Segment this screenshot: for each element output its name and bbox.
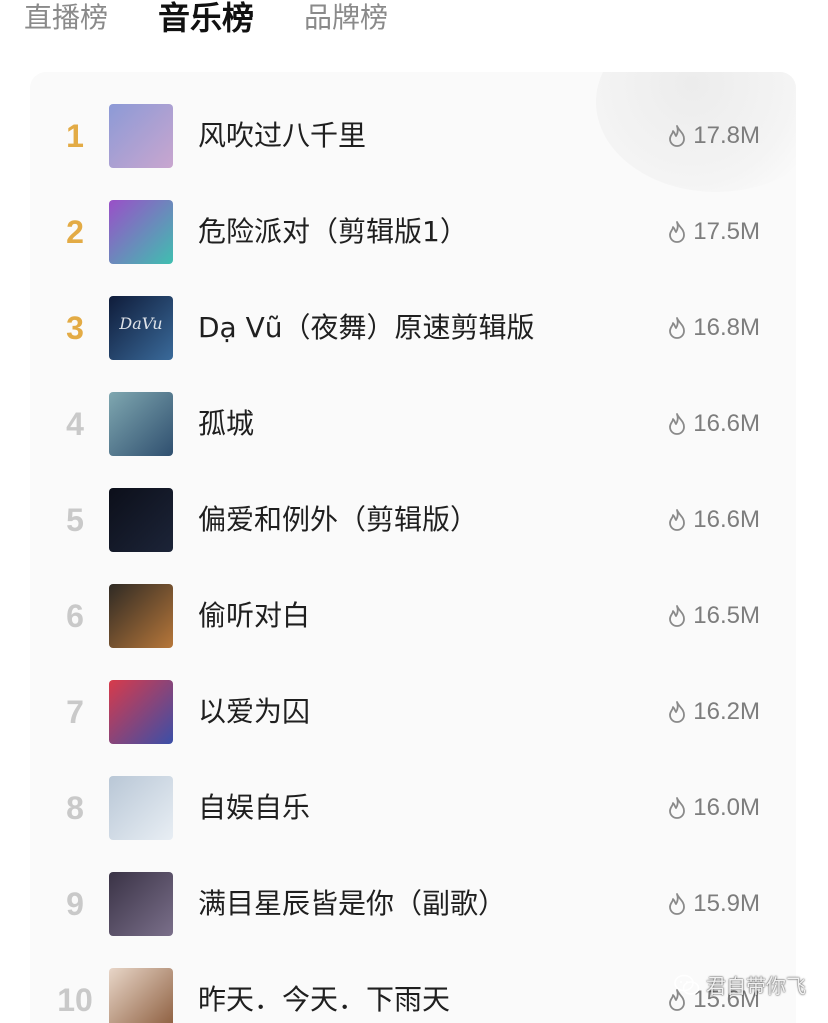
album-cover[interactable]: [109, 872, 173, 936]
heat-value: 16.0M: [693, 794, 760, 821]
watermark: 君自带你飞: [674, 970, 806, 999]
song-title[interactable]: 风吹过八千里: [198, 116, 366, 156]
album-cover[interactable]: [109, 968, 173, 1023]
song-title[interactable]: 以爱为囚: [198, 692, 310, 732]
rank-number: 7: [66, 694, 84, 730]
heat-value: 16.2M: [693, 698, 760, 725]
song-row[interactable]: 2 危险派对（剪辑版1） 17.5M: [30, 184, 796, 280]
rank-number: 6: [66, 598, 84, 634]
tab-brand[interactable]: 品牌榜: [304, 0, 388, 36]
song-row[interactable]: 8 自娱自乐 16.0M: [30, 760, 796, 856]
heat-count: 17.5M: [667, 214, 760, 250]
heat-value: 17.8M: [693, 122, 760, 149]
song-title[interactable]: 满目星辰皆是你（副歌）: [198, 884, 506, 924]
album-cover[interactable]: DaVu: [109, 296, 173, 360]
heat-count: 17.8M: [667, 118, 760, 154]
heat-value: 15.9M: [693, 890, 760, 917]
song-row[interactable]: 9 满目星辰皆是你（副歌） 15.9M: [30, 856, 796, 952]
heat-count: 16.2M: [667, 694, 760, 730]
song-title[interactable]: 偏爱和例外（剪辑版）: [198, 500, 478, 540]
heat-value: 17.5M: [693, 218, 760, 245]
chart-tabs: 直播榜 音乐榜 品牌榜: [0, 0, 828, 50]
music-chart-list: 1 风吹过八千里 17.8M 2 危险派对（剪辑版1） 17.5M 3 DaVu Dạ Vũ（夜…: [30, 72, 796, 1023]
song-title[interactable]: Dạ Vũ（夜舞）原速剪辑版: [198, 308, 535, 348]
flame-icon: [669, 893, 686, 915]
rank-number: 4: [66, 406, 84, 442]
heat-value: 16.8M: [693, 314, 760, 341]
song-row[interactable]: 1 风吹过八千里 17.8M: [30, 88, 796, 184]
song-title[interactable]: 孤城: [198, 404, 254, 444]
album-cover[interactable]: [109, 488, 173, 552]
song-row[interactable]: 5 偏爱和例外（剪辑版） 16.6M: [30, 472, 796, 568]
heat-count: 16.0M: [667, 790, 760, 826]
flame-icon: [669, 413, 686, 435]
song-title[interactable]: 偷听对白: [198, 596, 310, 636]
rank-number: 10: [57, 982, 93, 1018]
album-cover[interactable]: [109, 104, 173, 168]
heat-count: 16.8M: [667, 310, 760, 346]
album-cover[interactable]: [109, 584, 173, 648]
heat-value: 16.6M: [693, 506, 760, 533]
song-row[interactable]: 4 孤城 16.6M: [30, 376, 796, 472]
flame-icon: [669, 221, 686, 243]
song-row[interactable]: 3 DaVu Dạ Vũ（夜舞）原速剪辑版 16.8M: [30, 280, 796, 376]
heat-count: 16.5M: [667, 598, 760, 634]
flame-icon: [669, 605, 686, 627]
song-row[interactable]: 7 以爱为囚 16.2M: [30, 664, 796, 760]
rank-number: 1: [66, 118, 84, 154]
heat-count: 16.6M: [667, 406, 760, 442]
heat-count: 16.6M: [667, 502, 760, 538]
song-row[interactable]: 6 偷听对白 16.5M: [30, 568, 796, 664]
flame-icon: [669, 125, 686, 147]
album-cover[interactable]: [109, 776, 173, 840]
tab-music[interactable]: 音乐榜: [158, 0, 254, 36]
song-title[interactable]: 昨天．今天．下雨天: [198, 980, 450, 1020]
watermark-text: 君自带你飞: [706, 974, 806, 998]
heat-count: 15.9M: [667, 886, 760, 922]
rank-number: 8: [66, 790, 84, 826]
flame-icon: [669, 701, 686, 723]
rank-number: 3: [66, 310, 84, 346]
heat-value: 16.5M: [693, 602, 760, 629]
rank-number: 2: [66, 214, 84, 250]
rank-number: 5: [66, 502, 84, 538]
tab-live[interactable]: 直播榜: [24, 0, 108, 36]
song-title[interactable]: 自娱自乐: [198, 788, 310, 828]
album-cover[interactable]: [109, 200, 173, 264]
album-cover[interactable]: [109, 392, 173, 456]
music-chart-page: 直播榜 音乐榜 品牌榜 1 风吹过八千里 17.8M 2 危险派对（剪辑版1） 17.5M…: [0, 0, 828, 1023]
song-title[interactable]: 危险派对（剪辑版1）: [198, 212, 468, 252]
wechat-icon: [674, 974, 700, 995]
flame-icon: [669, 509, 686, 531]
album-cover-lettering: DaVu: [119, 314, 163, 333]
flame-icon: [669, 317, 686, 339]
heat-value: 16.6M: [693, 410, 760, 437]
rank-number: 9: [66, 886, 84, 922]
flame-icon: [669, 797, 686, 819]
album-cover[interactable]: [109, 680, 173, 744]
